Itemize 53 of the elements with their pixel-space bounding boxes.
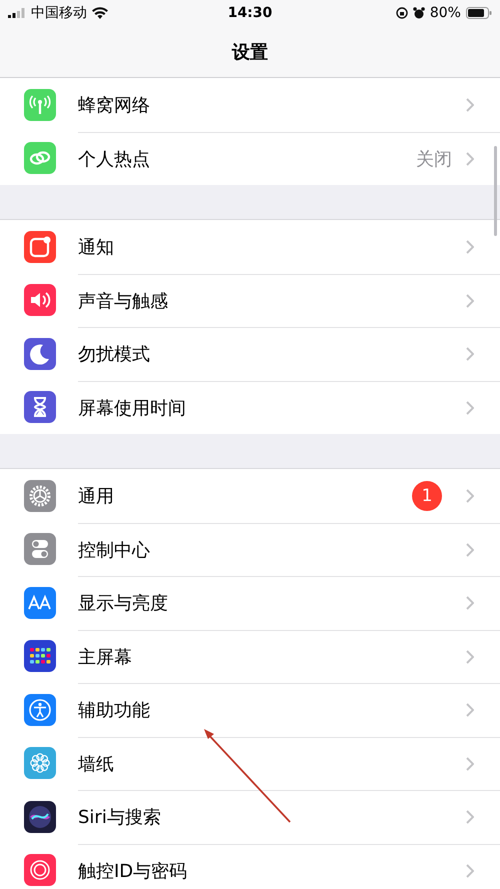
row-label: 辅助功能	[78, 699, 150, 722]
row-label: 显示与亮度	[78, 592, 168, 616]
antenna-icon	[24, 88, 56, 121]
row-label: 触控ID与密码	[78, 860, 188, 883]
orb-icon	[24, 800, 56, 833]
row-label: 控制中心	[78, 538, 150, 562]
chevron-icon	[466, 152, 474, 166]
wifi-icon	[92, 7, 108, 19]
chevron-icon	[466, 400, 474, 415]
accessibility-icon	[24, 694, 56, 726]
chevron-icon	[466, 596, 474, 610]
notification-icon	[24, 230, 56, 263]
clock-time: 14:30	[228, 5, 272, 21]
row-label: 主屏幕	[78, 646, 132, 669]
row-label: 声音与触感	[78, 290, 168, 313]
row-label: 墙纸	[78, 752, 114, 776]
row-value: 关闭	[416, 148, 452, 171]
battery-percent: 80%	[430, 5, 461, 21]
text-size-icon	[24, 586, 56, 619]
chevron-icon	[466, 347, 474, 362]
row-label: 屏幕使用时间	[78, 396, 186, 420]
speaker-icon	[24, 284, 56, 316]
carrier-name: 中国移动	[31, 4, 87, 22]
hourglass-icon	[24, 391, 56, 424]
chevron-icon	[466, 294, 474, 308]
app-grid-icon	[24, 640, 56, 672]
fingerprint-icon	[24, 854, 56, 886]
chevron-icon	[466, 488, 474, 503]
settings-icon	[24, 480, 56, 512]
row-label: Siri与搜索	[78, 806, 161, 830]
chevron-icon	[466, 542, 474, 557]
toggles-icon	[24, 533, 56, 566]
moon-icon	[24, 338, 56, 370]
alarm-clock-icon	[412, 7, 425, 19]
row-label: 通用	[78, 484, 114, 508]
row-label: 蜂窝网络	[78, 94, 150, 117]
row-label: 勿扰模式	[78, 343, 150, 366]
chevron-icon	[466, 98, 474, 112]
chevron-icon	[466, 756, 474, 771]
page-title: 设置	[232, 40, 268, 64]
row-label: 通知	[78, 236, 114, 259]
chevron-icon	[466, 864, 474, 878]
flower-icon	[24, 747, 56, 780]
chevron-icon	[466, 810, 474, 824]
link-icon	[24, 142, 56, 174]
row-label: 个人热点	[78, 148, 150, 171]
battery-icon	[466, 7, 492, 19]
chevron-icon	[466, 703, 474, 718]
chevron-icon	[466, 650, 474, 664]
chevron-icon	[466, 240, 474, 254]
signal-icon	[8, 8, 26, 18]
notification-badge: 1	[412, 480, 442, 511]
rotation-lock-icon	[396, 7, 408, 19]
